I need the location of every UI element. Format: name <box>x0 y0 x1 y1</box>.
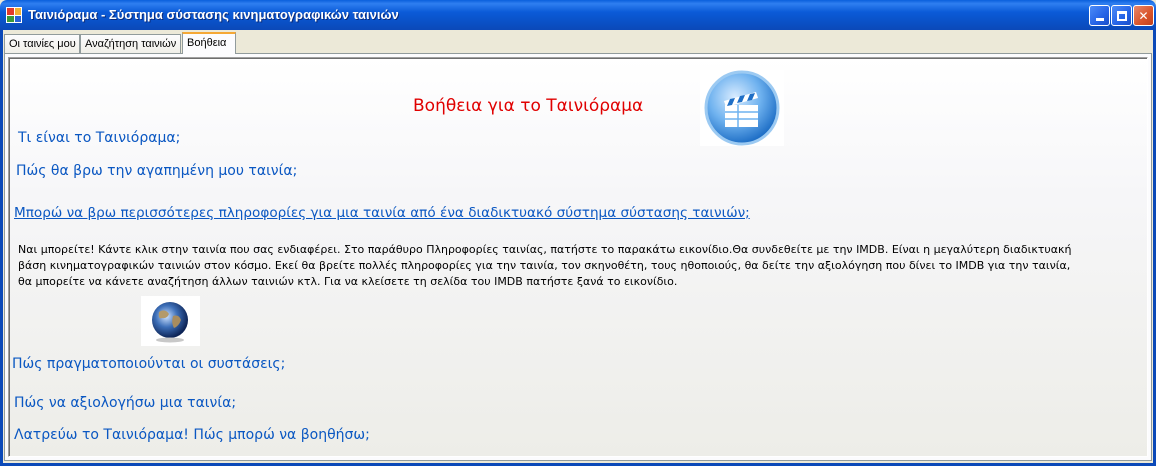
tab-help[interactable]: Βοήθεια <box>182 32 236 54</box>
globe-icon[interactable] <box>141 296 200 346</box>
tab-my-movies[interactable]: Οι ταινίες μου <box>4 34 80 53</box>
app-icon[interactable] <box>6 7 22 23</box>
question-find-favorite[interactable]: Πώς θα βρω την αγαπημένη μου ταινία; <box>16 163 297 179</box>
help-title: Βοήθεια για το Ταινιόραμα <box>413 96 644 116</box>
question-recommendations[interactable]: Πώς πραγματοποιούνται οι συστάσεις; <box>12 356 285 372</box>
window-title: Ταινιόραμα - Σύστημα σύστασης κινηματογρ… <box>28 7 399 22</box>
question-rate-movie[interactable]: Πώς να αξιολογήσω μια ταινία; <box>14 395 236 411</box>
question-what-is[interactable]: Τι είναι το Ταινιόραμα; <box>18 130 180 146</box>
clapperboard-icon <box>700 70 784 146</box>
question-more-info-link[interactable]: Μπορώ να βρω περισσότερες πληροφορίες γι… <box>14 205 750 221</box>
minimize-button[interactable] <box>1089 5 1110 26</box>
close-icon: ✕ <box>1138 8 1149 23</box>
close-button[interactable]: ✕ <box>1133 5 1154 26</box>
question-how-to-help[interactable]: Λατρεύω το Ταινιόραμα! Πώς μπορώ να βοηθ… <box>14 427 370 443</box>
maximize-button[interactable] <box>1111 5 1132 26</box>
maximize-icon <box>1116 10 1127 21</box>
title-bar[interactable]: Ταινιόραμα - Σύστημα σύστασης κινηματογρ… <box>0 0 1156 30</box>
minimize-icon <box>1095 18 1104 21</box>
answer-text: Ναι μπορείτε! Κάντε κλικ στην ταινία που… <box>18 243 1072 288</box>
tab-search-movies[interactable]: Αναζήτηση ταινιών <box>80 34 181 53</box>
